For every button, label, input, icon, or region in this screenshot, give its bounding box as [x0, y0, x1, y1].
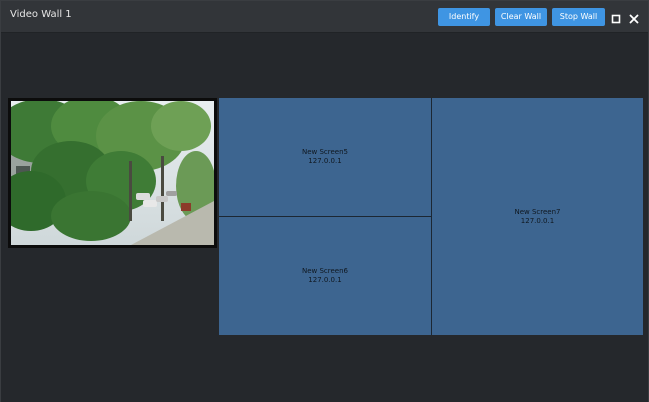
screen-ip: 127.0.0.1 — [308, 157, 342, 165]
identify-button[interactable]: Identify — [438, 8, 490, 26]
screen-name: New Screen6 — [301, 267, 348, 275]
screen-tile-new-screen5[interactable]: New Screen5 127.0.0.1 — [219, 98, 431, 216]
clear-wall-button[interactable]: Clear Wall — [495, 8, 547, 26]
title-bar: Video Wall 1 Identify Clear Wall Stop Wa… — [1, 1, 648, 33]
video-wall-window: Video Wall 1 Identify Clear Wall Stop Wa… — [0, 0, 649, 402]
window-title: Video Wall 1 — [10, 9, 72, 20]
screen-tile-new-screen6[interactable]: New Screen6 127.0.0.1 — [219, 217, 431, 335]
screen-ip: 127.0.0.1 — [308, 276, 342, 284]
screen-tile-new-screen7[interactable]: New Screen7 127.0.0.1 — [432, 98, 643, 335]
camera-feed-image — [11, 101, 214, 245]
maximize-icon[interactable] — [610, 10, 622, 24]
stop-wall-button[interactable]: Stop Wall — [552, 8, 605, 26]
tile-divider — [431, 98, 432, 335]
tile-divider — [219, 216, 431, 217]
screen-ip: 127.0.0.1 — [520, 216, 555, 225]
screen-name: New Screen7 — [514, 207, 561, 216]
close-icon[interactable] — [628, 10, 640, 24]
video-wall-canvas[interactable]: New Screen5 127.0.0.1 New Screen6 127.0.… — [1, 33, 648, 402]
video-feed-tile[interactable] — [8, 98, 217, 248]
screen-name: New Screen5 — [301, 148, 348, 156]
